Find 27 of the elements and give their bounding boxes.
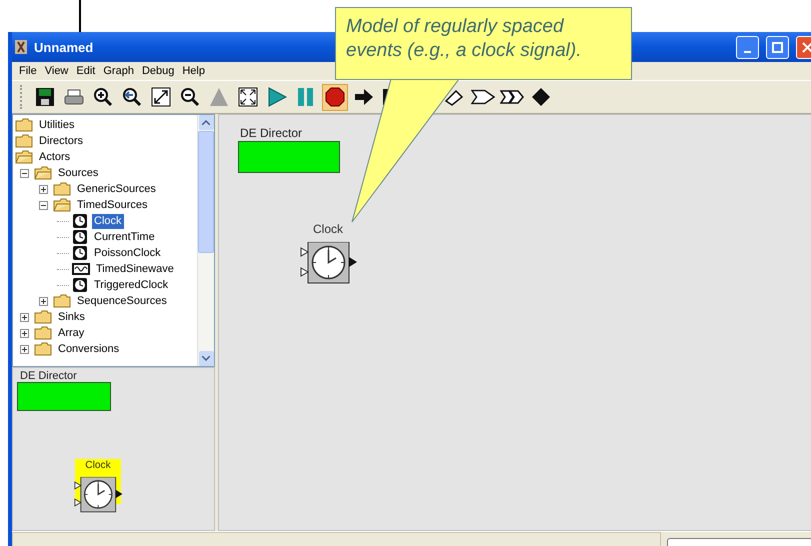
tree-item[interactable]: TriggeredClock <box>92 278 170 292</box>
director-label: DE Director <box>240 126 302 140</box>
callout: Model of regularly spaced events (e.g., a clock signal). <box>335 7 632 80</box>
actor-label: Clock <box>312 222 344 236</box>
tree-item[interactable]: CurrentTime <box>92 230 157 244</box>
tree-item[interactable]: TimedSinewave <box>94 262 176 276</box>
tree-item[interactable]: Array <box>56 326 86 340</box>
tree-item[interactable]: Sinks <box>56 310 87 324</box>
tree-item[interactable]: Directors <box>37 134 86 148</box>
tree-item[interactable]: Clock <box>92 214 124 228</box>
window-title: Unnamed <box>34 40 94 54</box>
menu-item[interactable]: File <box>15 65 41 77</box>
tree-item[interactable]: Actors <box>37 150 72 164</box>
menu-item[interactable]: Graph <box>99 65 138 77</box>
director-label: DE Director <box>20 370 77 382</box>
tree-item[interactable]: PoissonClock <box>92 246 163 260</box>
menu-item[interactable]: View <box>40 65 72 77</box>
actor-label: Clock <box>84 460 112 471</box>
tree-item[interactable]: Utilities <box>37 118 76 132</box>
tree-item[interactable]: Sources <box>56 166 100 180</box>
menu-item[interactable]: Debug <box>138 65 178 77</box>
tree-item[interactable]: Conversions <box>56 342 122 356</box>
menu-item[interactable]: Help <box>178 65 209 77</box>
tree-item[interactable]: TimedSources <box>75 198 150 212</box>
tree-item[interactable]: SequenceSources <box>75 294 169 308</box>
menu-item[interactable]: Edit <box>72 65 100 77</box>
tree-item[interactable]: GenericSources <box>75 182 158 196</box>
